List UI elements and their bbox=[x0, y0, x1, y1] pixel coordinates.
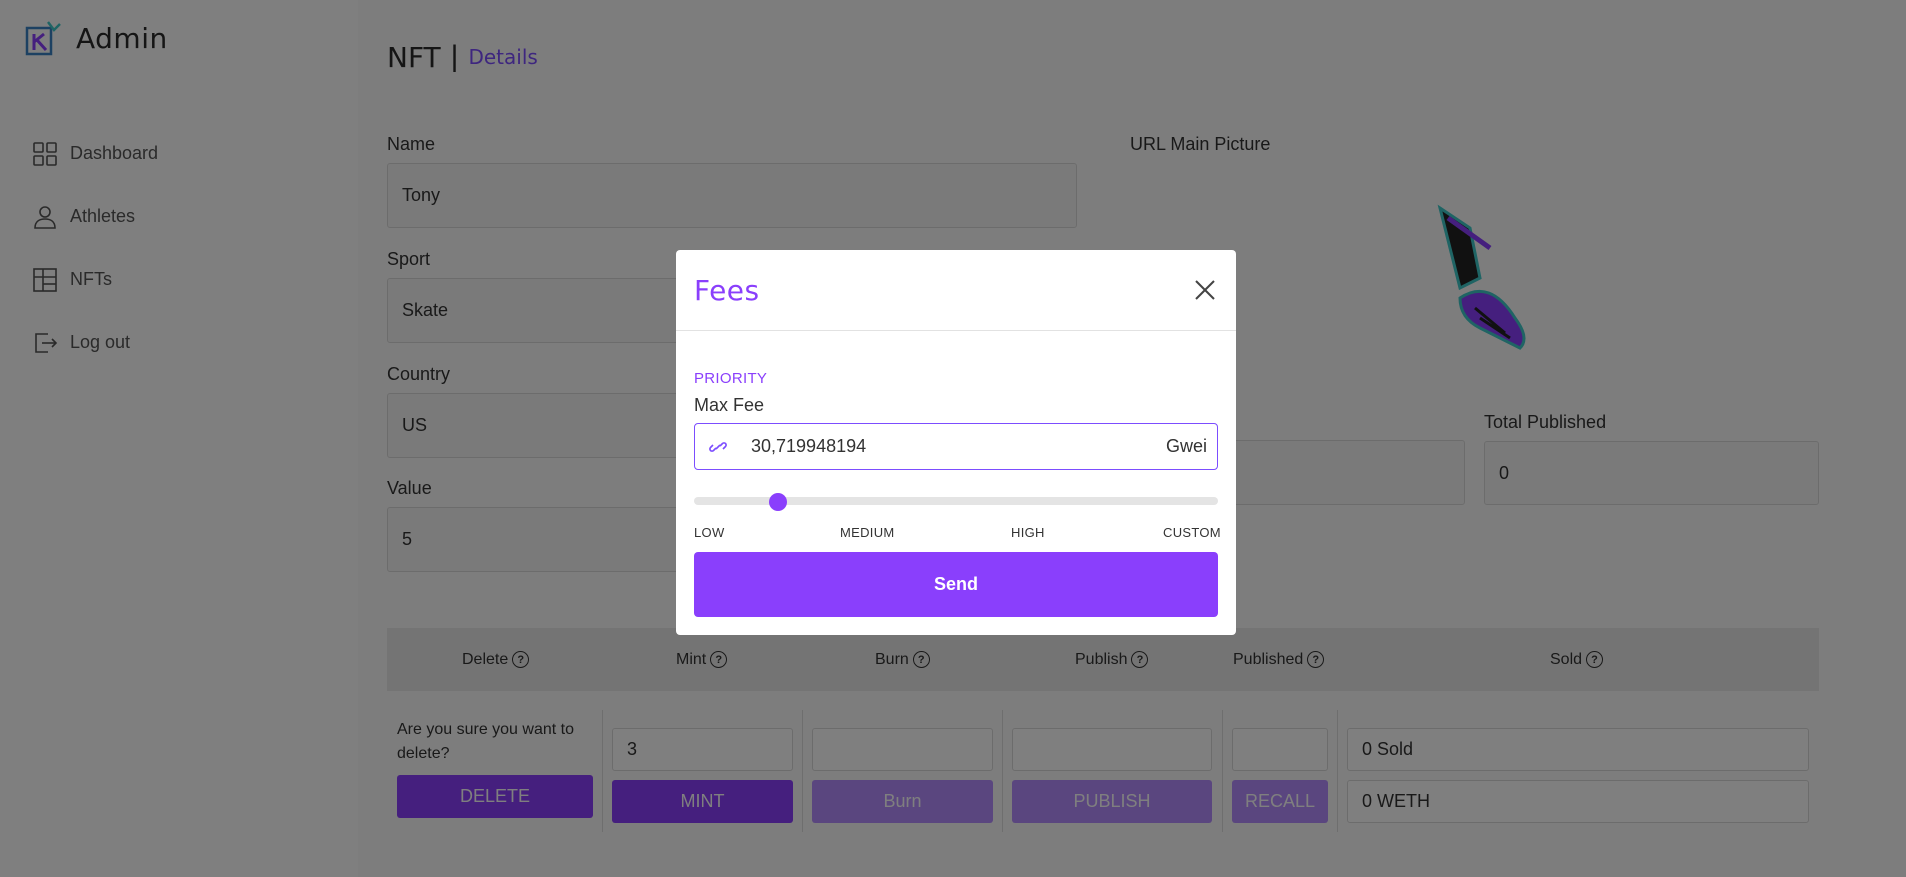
tick-custom: CUSTOM bbox=[1163, 525, 1221, 540]
close-icon[interactable] bbox=[1192, 277, 1218, 303]
max-fee-value: 30,719948194 bbox=[751, 436, 867, 456]
fee-unit: Gwei bbox=[1165, 436, 1207, 456]
fees-modal: Fees PRIORITY Max Fee 30,719948194 Gwei … bbox=[676, 250, 1236, 635]
max-fee-label: Max Fee bbox=[694, 395, 765, 415]
tick-high: HIGH bbox=[1011, 525, 1045, 540]
modal-header: Fees bbox=[676, 250, 1236, 331]
slider-handle[interactable] bbox=[768, 493, 787, 511]
modal-title: Fees bbox=[694, 273, 760, 307]
tick-low: LOW bbox=[694, 525, 725, 540]
max-fee-input[interactable]: 30,719948194 Gwei bbox=[694, 423, 1218, 470]
priority-slider[interactable] bbox=[694, 493, 1218, 511]
tick-medium: MEDIUM bbox=[840, 525, 895, 540]
link-icon bbox=[709, 441, 727, 452]
send-button[interactable]: Send bbox=[694, 552, 1218, 617]
priority-label: PRIORITY bbox=[694, 370, 768, 387]
